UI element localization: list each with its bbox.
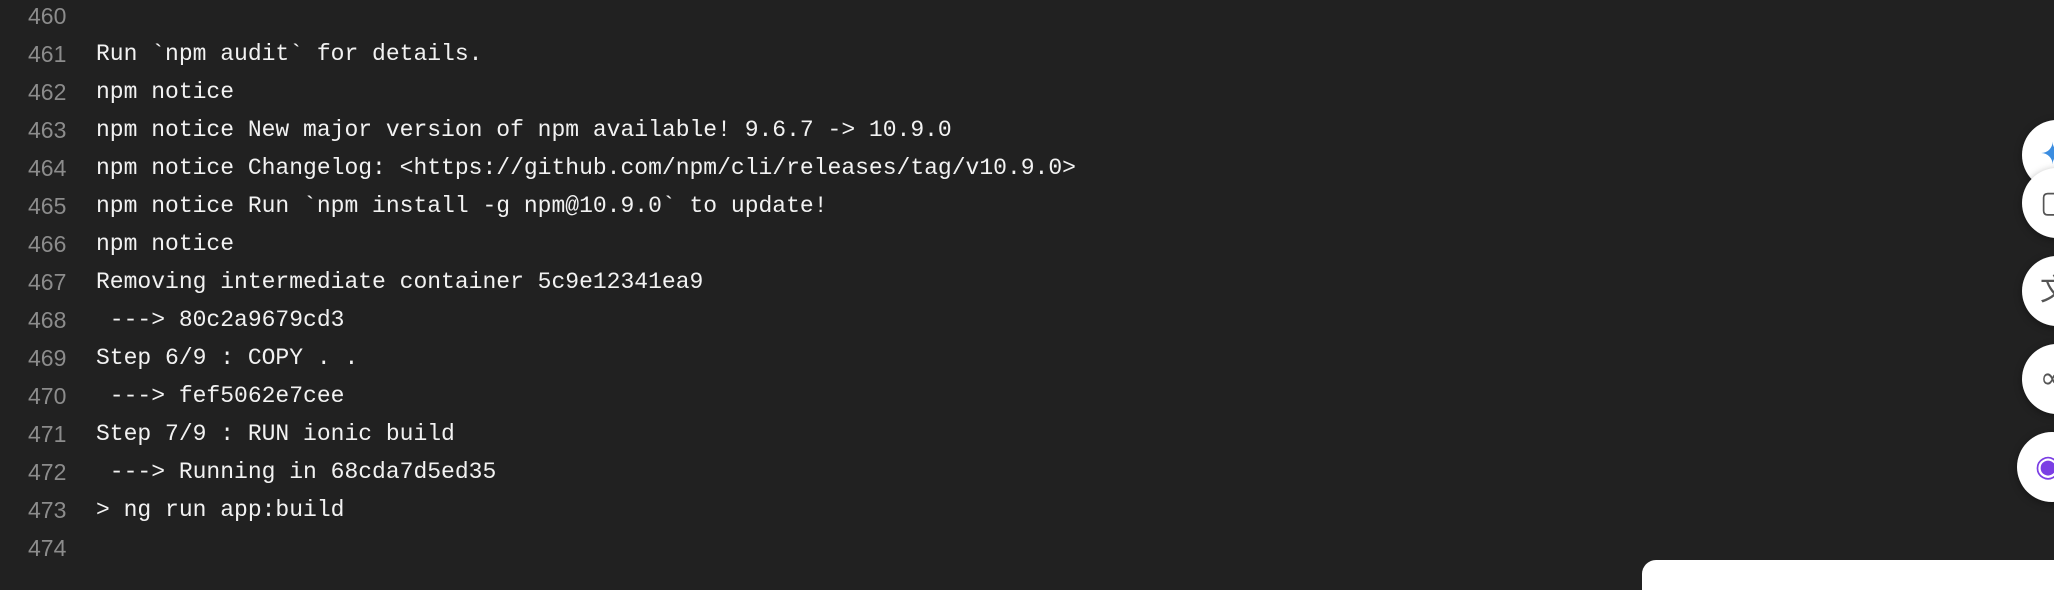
line-number: 460 — [28, 2, 67, 29]
line-number: 474 — [28, 534, 67, 561]
line-text: npm notice — [96, 231, 235, 257]
log-line: 463 npm notice New major version of npm … — [0, 111, 1900, 149]
line-number: 461 — [28, 40, 67, 67]
translate-icon: 文 — [2040, 274, 2054, 308]
line-number: 471 — [28, 420, 67, 447]
log-line: 469 Step 6/9 : COPY . . — [0, 339, 1900, 377]
log-line: 466 npm notice — [0, 225, 1900, 263]
bottom-panel — [1642, 560, 2054, 590]
log-line: 467 Removing intermediate container 5c9e… — [0, 263, 1900, 301]
ai-sparkle-icon: ✦ — [2040, 137, 2054, 172]
line-number: 466 — [28, 230, 67, 257]
log-line: 471 Step 7/9 : RUN ionic build — [0, 415, 1900, 453]
line-number: 464 — [28, 154, 67, 181]
log-line: 460 — [0, 0, 1900, 35]
log-line: 461 Run `npm audit` for details. — [0, 35, 1900, 73]
line-text: Step 7/9 : RUN ionic build — [96, 421, 455, 447]
log-viewer: 460 461 Run `npm audit` for details. 462… — [0, 0, 2054, 568]
line-number: 467 — [28, 268, 67, 295]
line-text: Run `npm audit` for details. — [96, 41, 483, 67]
line-text: ---> Running in 68cda7d5ed35 — [96, 459, 497, 485]
line-text: Step 6/9 : COPY . . — [96, 345, 359, 371]
line-number: 465 — [28, 192, 67, 219]
log-line: 473 > ng run app:build — [0, 491, 1900, 529]
line-number: 468 — [28, 306, 67, 333]
line-number: 472 — [28, 458, 67, 485]
line-number: 462 — [28, 78, 67, 105]
log-line: 472 ---> Running in 68cda7d5ed35 — [0, 453, 1900, 491]
line-text: ---> 80c2a9679cd3 — [96, 307, 345, 333]
log-line: 470 ---> fef5062e7cee — [0, 377, 1900, 415]
line-number: 470 — [28, 382, 67, 409]
log-line: 465 npm notice Run `npm install -g npm@1… — [0, 187, 1900, 225]
assistant-icon: ◉ — [2035, 449, 2054, 484]
copy-icon: ▢ — [2040, 186, 2054, 220]
line-text: Removing intermediate container 5c9e1234… — [96, 269, 704, 295]
line-text: npm notice New major version of npm avai… — [96, 117, 952, 143]
line-text: npm notice — [96, 79, 235, 105]
log-line: 464 npm notice Changelog: <https://githu… — [0, 149, 1900, 187]
line-text: ---> fef5062e7cee — [96, 383, 345, 409]
line-text: npm notice Run `npm install -g npm@10.9.… — [96, 193, 828, 219]
link-icon: ∞ — [2040, 361, 2054, 396]
line-number: 463 — [28, 116, 67, 143]
log-line: 468 ---> 80c2a9679cd3 — [0, 301, 1900, 339]
log-line: 474 — [0, 529, 1900, 567]
line-text: > ng run app:build — [96, 497, 345, 523]
log-line: 462 npm notice — [0, 73, 1900, 111]
line-number: 469 — [28, 344, 67, 371]
line-number: 473 — [28, 496, 67, 523]
line-text: npm notice Changelog: <https://github.co… — [96, 155, 1076, 181]
